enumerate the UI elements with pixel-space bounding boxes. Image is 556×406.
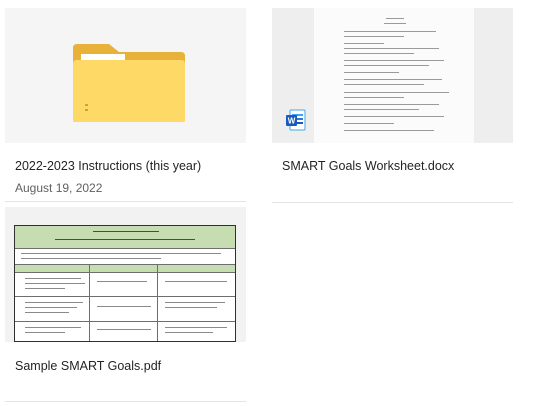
card-divider — [5, 401, 246, 402]
file-name[interactable]: SMART Goals Worksheet.docx — [282, 159, 454, 173]
file-date: August 19, 2022 — [15, 181, 103, 195]
document-page-preview — [314, 8, 474, 143]
svg-text:W: W — [288, 117, 296, 126]
word-icon: W — [286, 109, 306, 131]
card-divider — [272, 202, 513, 203]
document-thumbnail[interactable]: W — [272, 8, 513, 143]
folder-icon — [73, 44, 185, 122]
file-name[interactable]: Sample SMART Goals.pdf — [15, 359, 161, 373]
folder-thumbnail[interactable] — [5, 8, 246, 143]
card-divider — [5, 201, 246, 202]
file-card-pdf[interactable]: Sample SMART Goals.pdf — [5, 207, 246, 403]
pdf-thumbnail[interactable] — [5, 207, 246, 342]
file-card-folder[interactable]: 2022-2023 Instructions (this year) Augus… — [5, 8, 246, 202]
file-card-word-doc[interactable]: W SMART Goals Worksheet.docx — [272, 8, 513, 208]
pdf-page-preview — [14, 225, 236, 342]
file-name[interactable]: 2022-2023 Instructions (this year) — [15, 159, 201, 173]
